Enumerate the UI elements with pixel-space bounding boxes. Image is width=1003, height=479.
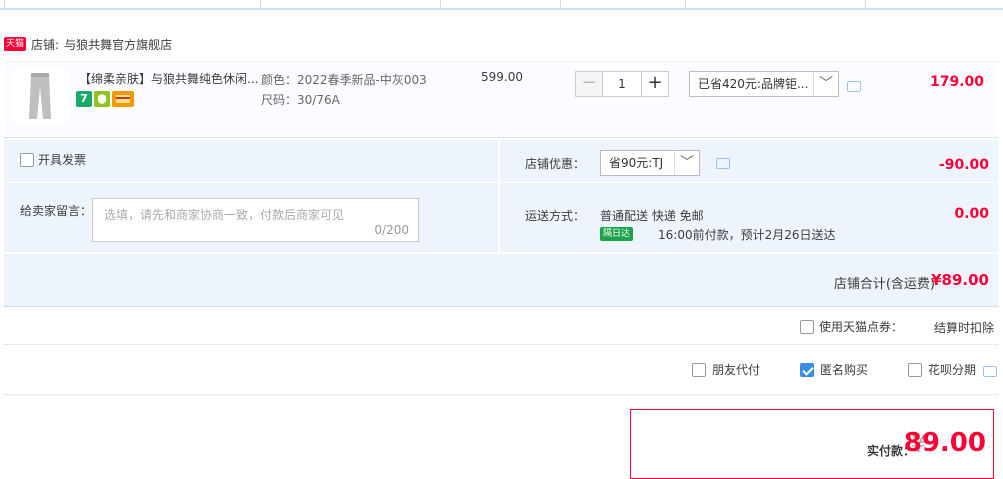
shop-discount-select[interactable]: 省90元:TJ ﹀	[600, 150, 700, 176]
payment-amount: 89.00	[903, 428, 986, 458]
shipping-label: 运送方式：	[525, 209, 586, 223]
card-payment-icon[interactable]	[112, 91, 134, 107]
store-header: 天猫 店铺: 与狼共舞官方旗舰店	[4, 36, 172, 52]
service-icons: 7	[76, 91, 134, 107]
huabei-label: 花呗分期	[928, 363, 977, 377]
chat-icon[interactable]	[716, 158, 730, 169]
item-promotion-value: 已省420元:品牌钜...	[698, 77, 809, 91]
huabei-checkbox[interactable]	[908, 362, 922, 377]
chat-icon[interactable]	[983, 366, 997, 377]
points-option[interactable]: 使用天猫点券：	[800, 318, 903, 335]
order-item-row: 【绵柔亲肤】与狼共舞纯色休闲... 7 颜色：2022春季新品-中灰003 尺码…	[4, 61, 998, 138]
anonymous-label: 匿名购买	[820, 363, 869, 377]
chat-icon[interactable]	[847, 81, 861, 92]
message-counter: 0/200	[374, 223, 409, 237]
invoice-label: 开具发票	[38, 153, 87, 167]
delivery-estimate: 16:00前付款，预计2月26日送达	[658, 228, 836, 242]
message-placeholder: 选填，请先和商家协商一致，付款后商家可见	[104, 208, 345, 222]
store-name-link[interactable]: 与狼共舞官方旗舰店	[64, 36, 172, 53]
product-thumbnail[interactable]	[14, 69, 66, 123]
points-checkbox[interactable]	[800, 319, 814, 334]
points-label: 使用天猫点券：	[819, 320, 904, 334]
seller-message-label: 给卖家留言：	[20, 204, 93, 218]
shop-discount-amount: -90.00	[938, 157, 989, 173]
store-total-label: 店铺合计(含运费)	[833, 277, 935, 292]
chevron-down-icon: ﹀	[813, 72, 838, 96]
seller-message-textarea[interactable]: 选填，请先和商家协商一致，付款后商家可见 0/200	[92, 198, 419, 242]
decrease-button[interactable]: −	[575, 71, 603, 97]
shop-discount-value: 省90元:TJ	[609, 156, 664, 170]
divider	[4, 344, 998, 346]
anonymous-option[interactable]: 匿名购买	[800, 361, 868, 378]
seven-day-return-icon[interactable]: 7	[76, 91, 92, 107]
quantity-input[interactable]: 1	[603, 71, 641, 97]
shop-discount-label: 店铺优惠：	[525, 157, 586, 171]
chevron-down-icon: ﹀	[674, 151, 699, 175]
invoice-option[interactable]: 开具发票	[20, 151, 86, 168]
store-label: 店铺:	[31, 37, 60, 52]
friend-pay-label: 朋友代付	[712, 363, 761, 377]
increase-button[interactable]: +	[641, 71, 669, 97]
table-header-strip	[0, 0, 1003, 10]
next-day-badge: 隔日达	[600, 227, 634, 241]
friend-pay-option[interactable]: 朋友代付	[692, 361, 760, 378]
shipping-fee: 0.00	[954, 206, 989, 222]
sku-color: 颜色：2022春季新品-中灰003	[261, 73, 427, 87]
divider	[4, 394, 998, 396]
unit-price: 599.00	[481, 70, 523, 84]
tmall-icon: 天猫	[4, 37, 27, 51]
guarantee-icon[interactable]	[94, 91, 110, 107]
points-note: 结算时扣除	[934, 321, 995, 335]
invoice-checkbox[interactable]	[20, 152, 34, 167]
shipping-method: 普通配送 快递 免邮	[600, 209, 704, 223]
huabei-option[interactable]: 花呗分期	[908, 361, 976, 378]
sku-properties: 颜色：2022春季新品-中灰003 尺码：30/76A	[261, 70, 427, 110]
item-subtotal: 179.00	[929, 74, 984, 90]
product-title-link[interactable]: 【绵柔亲肤】与狼共舞纯色休闲...	[79, 70, 259, 87]
store-total-amount: ¥89.00	[931, 271, 989, 289]
quantity-stepper: − 1 +	[575, 71, 669, 97]
item-promotion-select[interactable]: 已省420元:品牌钜... ﹀	[689, 71, 839, 97]
anonymous-checkbox[interactable]	[800, 362, 814, 377]
friend-pay-checkbox[interactable]	[692, 362, 706, 377]
sku-size: 尺码：30/76A	[261, 93, 340, 107]
